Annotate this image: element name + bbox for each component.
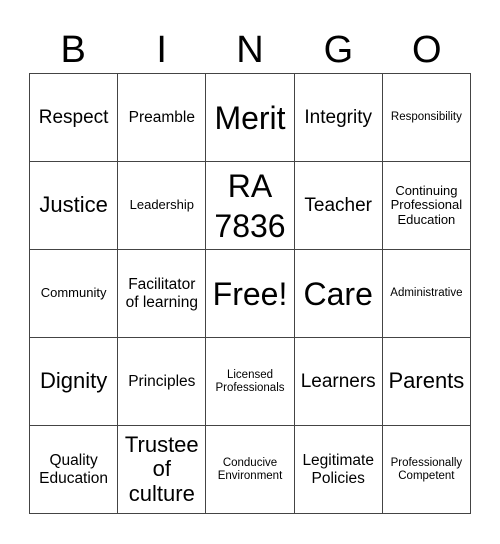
bingo-cell[interactable]: Licensed Professionals xyxy=(206,338,295,426)
bingo-cell-text: Principles xyxy=(128,372,196,390)
bingo-cell[interactable]: Parents xyxy=(382,338,471,426)
bingo-cell-text: Licensed Professionals xyxy=(215,368,285,394)
bingo-cell-text: Parents xyxy=(388,368,465,394)
bingo-cell-text: Trustee of culture xyxy=(124,431,199,506)
header-letter-g: G xyxy=(323,29,354,71)
bingo-cell[interactable]: Respect xyxy=(30,74,119,162)
bingo-cell[interactable]: Community xyxy=(30,250,119,338)
bingo-cell-text: Leadership xyxy=(129,197,194,213)
bingo-cell[interactable]: Preamble xyxy=(118,74,207,162)
bingo-cell-text: Facilitator of learning xyxy=(125,276,198,311)
header-letter-n: N xyxy=(236,29,264,71)
bingo-cell[interactable]: Administrative xyxy=(382,250,471,338)
bingo-grid: Respect Preamble Merit Integrity Responsibil… xyxy=(29,73,471,514)
bingo-cell-text: Free! xyxy=(212,275,288,312)
bingo-cell-text: Merit xyxy=(214,99,286,136)
bingo-cell-text: Learners xyxy=(300,370,376,392)
bingo-cell[interactable]: Professionally Competent xyxy=(382,426,471,514)
bingo-cell[interactable]: Continuing Professional Education xyxy=(382,162,471,250)
bingo-cell-text: Integrity xyxy=(304,106,372,128)
bingo-header: B I N G O xyxy=(29,28,471,72)
bingo-cell[interactable]: Merit xyxy=(206,74,295,162)
bingo-cell[interactable]: RA 7836 xyxy=(206,162,295,250)
header-letter-i: I xyxy=(156,29,167,71)
bingo-cell-text: RA 7836 xyxy=(214,167,286,244)
bingo-cell[interactable]: Justice xyxy=(30,162,119,250)
bingo-cell-text: Conducive Environment xyxy=(217,456,283,482)
bingo-cell-text: Care xyxy=(303,275,373,312)
bingo-cell[interactable]: Principles xyxy=(118,338,207,426)
header-letter-o: O xyxy=(412,29,442,71)
bingo-cell-text: Continuing Professional Education xyxy=(390,182,463,227)
bingo-cell[interactable]: Legitimate Policies xyxy=(294,426,383,514)
bingo-cell[interactable]: Conducive Environment xyxy=(206,426,295,514)
free-space-cell[interactable]: Free! xyxy=(206,250,295,338)
bingo-cell-text: Justice xyxy=(39,192,108,218)
bingo-cell-text: Community xyxy=(40,285,107,301)
bingo-cell[interactable]: Facilitator of learning xyxy=(118,250,207,338)
bingo-cell-text: Professionally Competent xyxy=(390,456,463,482)
bingo-cell[interactable]: Trustee of culture xyxy=(118,426,207,514)
bingo-cell-text: Dignity xyxy=(39,368,108,394)
bingo-cell[interactable]: Quality Education xyxy=(30,426,119,514)
bingo-cell[interactable]: Learners xyxy=(294,338,383,426)
bingo-cell[interactable]: Responsibility xyxy=(382,74,471,162)
bingo-cell-text: Administrative xyxy=(390,287,463,300)
bingo-cell[interactable]: Care xyxy=(294,250,383,338)
bingo-cell[interactable]: Teacher xyxy=(294,162,383,250)
bingo-cell-text: Quality Education xyxy=(39,452,109,487)
bingo-cell-text: Respect xyxy=(38,106,109,128)
bingo-cell-text: Teacher xyxy=(304,194,372,216)
bingo-cell[interactable]: Integrity xyxy=(294,74,383,162)
bingo-cell-text: Responsibility xyxy=(390,111,462,124)
bingo-cell-text: Preamble xyxy=(128,108,195,126)
bingo-cell-text: Legitimate Policies xyxy=(302,452,374,487)
bingo-cell[interactable]: Leadership xyxy=(118,162,207,250)
header-letter-b: B xyxy=(60,29,86,71)
bingo-cell[interactable]: Dignity xyxy=(30,338,119,426)
